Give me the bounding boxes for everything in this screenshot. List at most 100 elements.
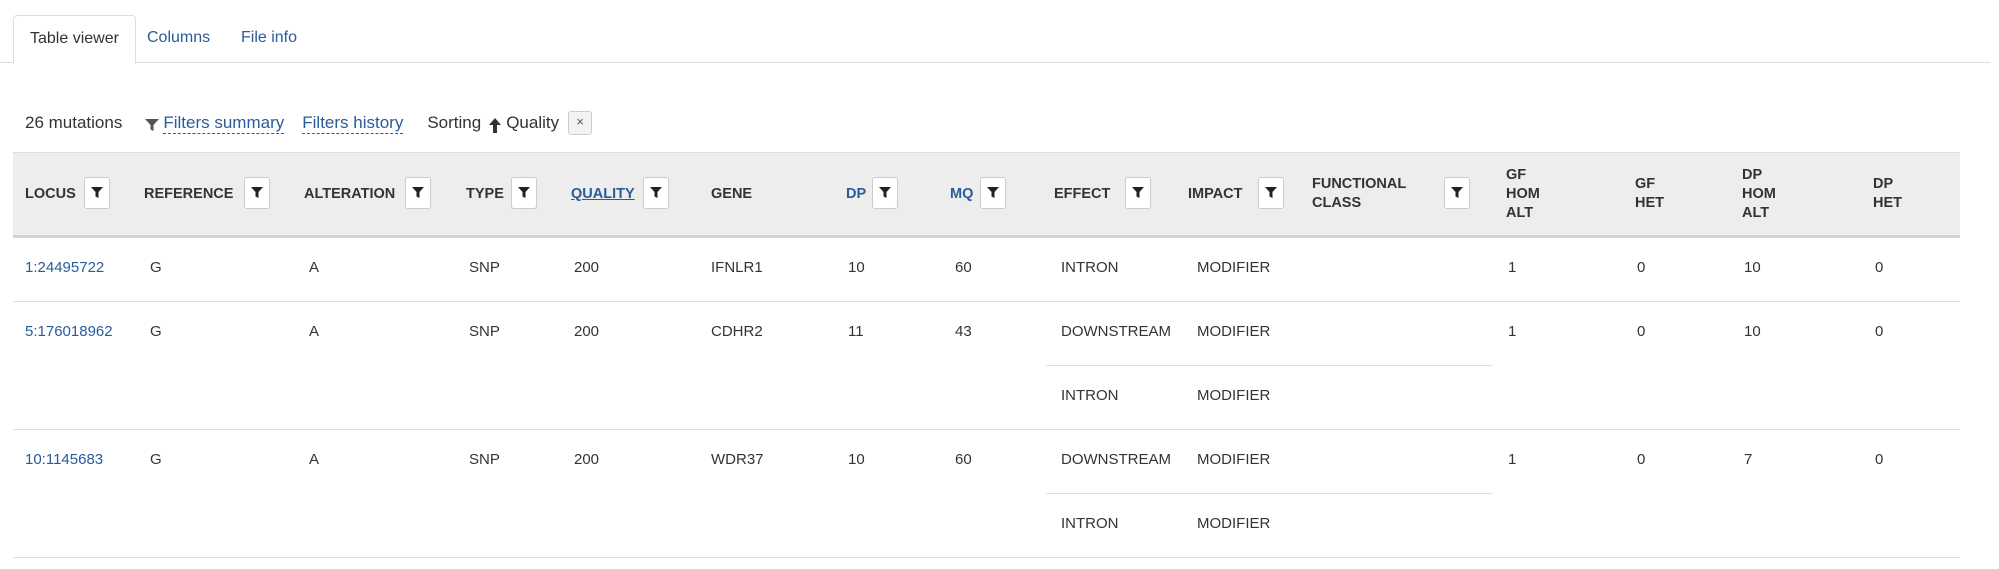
tab-bar: Table viewer Columns File info [0,0,1990,64]
filter-icon [412,187,424,198]
cell-quality: 200 [574,451,600,468]
cell-effect: INTRON [1061,387,1119,404]
column-header-gf-hom-alt: GF HOM ALT [1506,166,1540,221]
locus-link[interactable]: 10:1145683 [25,450,103,470]
cell-type: SNP [469,451,500,468]
column-header-locus[interactable]: LOCUS [25,153,76,235]
cell-mq: 60 [955,259,972,276]
cell-gene: IFNLR1 [711,259,763,276]
cell-reference: G [150,451,162,468]
cell-impact: MODIFIER [1197,259,1271,276]
cell-gf-hom-alt: 1 [1508,323,1517,340]
column-header-type[interactable]: TYPE [466,153,504,235]
cell-dp: 11 [848,323,864,340]
cell-impact: MODIFIER [1197,323,1271,340]
filter-icon [1132,187,1144,198]
cell-gf-het: 0 [1637,323,1646,340]
tab-table-viewer[interactable]: Table viewer [13,15,136,64]
filter-button-effect[interactable] [1125,177,1151,209]
filter-button-impact[interactable] [1258,177,1284,209]
cell-gf-hom-alt: 1 [1508,451,1517,468]
cell-dp-het: 0 [1875,259,1884,276]
filter-button-alteration[interactable] [405,177,431,209]
effect-divider [1046,365,1492,366]
cell-alteration: A [309,451,320,468]
filter-icon [650,187,662,198]
cell-gf-hom-alt: 1 [1508,259,1517,276]
cell-mq: 43 [955,323,972,340]
cell-dp-hom-alt: 10 [1744,259,1761,276]
cell-quality: 200 [574,259,600,276]
filter-icon [987,187,999,198]
table-summary-bar: 26 mutations Filters summary Filters his… [25,110,593,136]
filter-icon [1265,187,1277,198]
cell-dp-het: 0 [1875,451,1884,468]
cell-gene: CDHR2 [711,323,763,340]
filter-icon [1451,187,1463,198]
cell-effect: DOWNSTREAM [1061,451,1171,468]
mutations-table: LOCUS REFERENCE ALTERATION TYPE QUALITY … [13,152,1960,569]
tab-columns[interactable]: Columns [131,15,226,61]
cell-effect: DOWNSTREAM [1061,323,1171,340]
cell-mq: 60 [955,451,972,468]
locus-link[interactable]: 1:24495722 [25,258,104,278]
column-header-reference[interactable]: REFERENCE [144,153,233,235]
cell-gf-het: 0 [1637,259,1646,276]
column-header-effect[interactable]: EFFECT [1054,153,1110,235]
filter-button-quality[interactable] [643,177,669,209]
cell-alteration: A [309,259,320,276]
filter-icon [251,187,263,198]
filter-button-locus[interactable] [84,177,110,209]
sort-ascending-icon [488,117,502,134]
cell-alteration: A [309,323,320,340]
cell-dp: 10 [848,451,865,468]
column-header-gf-het: GF HET [1635,176,1664,211]
column-header-alteration[interactable]: ALTERATION [304,153,395,235]
cell-impact: MODIFIER [1197,387,1271,404]
column-header-gene: GENE [711,185,753,202]
column-header-dp-hom-alt: DP HOM ALT [1742,166,1776,221]
column-header-quality[interactable]: QUALITY [571,153,635,235]
cell-gene: WDR37 [711,451,764,468]
clear-sort-button[interactable]: × [568,111,593,135]
effect-divider [1046,493,1492,494]
sorting-label: Sorting [427,113,482,132]
row-divider [13,557,1960,558]
cell-type: SNP [469,259,500,276]
cell-reference: G [150,259,162,276]
mutation-count: 26 mutations [25,113,123,132]
cell-dp-hom-alt: 7 [1744,451,1753,468]
cell-dp-het: 0 [1875,323,1884,340]
cell-dp-hom-alt: 10 [1744,323,1761,340]
table-header: LOCUS REFERENCE ALTERATION TYPE QUALITY … [13,152,1960,238]
filter-icon [518,187,530,198]
filter-button-type[interactable] [511,177,537,209]
cell-gf-het: 0 [1637,451,1646,468]
cell-dp: 10 [848,259,865,276]
cell-effect: INTRON [1061,515,1119,532]
filters-summary-link[interactable]: Filters summary [163,113,285,134]
filter-button-reference[interactable] [244,177,270,209]
row-divider [13,429,1960,430]
locus-link[interactable]: 5:176018962 [25,322,113,342]
filter-icon [91,187,103,198]
filter-button-dp[interactable] [872,177,898,209]
filter-icon [879,187,891,198]
cell-reference: G [150,323,162,340]
cell-quality: 200 [574,323,600,340]
column-header-dp[interactable]: DP [846,153,866,235]
row-divider [13,301,1960,302]
sort-column-name: Quality [506,113,560,132]
filters-history-link[interactable]: Filters history [302,113,404,134]
cell-impact: MODIFIER [1197,451,1271,468]
tab-file-info[interactable]: File info [225,15,313,61]
filter-icon [144,117,160,133]
column-header-functional-class[interactable]: FUNCTIONAL CLASS [1312,153,1432,235]
filter-button-functional-class[interactable] [1444,177,1470,209]
column-header-mq[interactable]: MQ [950,153,973,235]
cell-effect: INTRON [1061,259,1119,276]
column-header-dp-het: DP HET [1873,176,1902,211]
column-header-impact[interactable]: IMPACT [1188,153,1243,235]
cell-impact: MODIFIER [1197,515,1271,532]
filter-button-mq[interactable] [980,177,1006,209]
